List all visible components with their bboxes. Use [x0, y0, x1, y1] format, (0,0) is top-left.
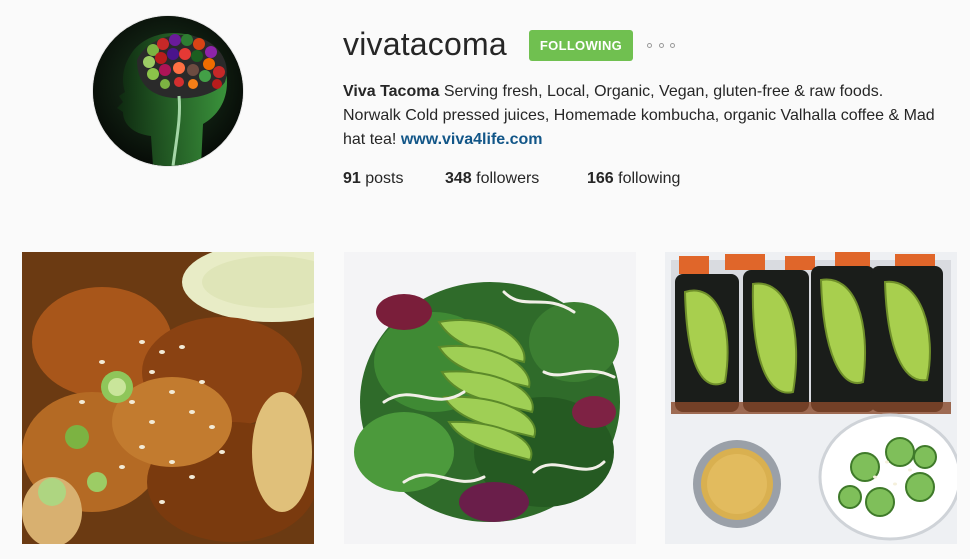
following-number: 166	[587, 170, 614, 187]
posts-count: 91 posts	[343, 167, 404, 191]
ellipsis-dot	[647, 42, 652, 48]
posts-label: posts	[365, 170, 404, 187]
posts-number: 91	[343, 170, 361, 187]
post-thumbnail-3[interactable]	[665, 252, 957, 544]
following-button[interactable]: FOLLOWING	[529, 30, 633, 61]
ellipsis-dot	[658, 42, 664, 48]
followers-link[interactable]: 348 followers	[445, 167, 539, 191]
profile-bio: Viva Tacoma Serving fresh, Local, Organi…	[343, 80, 943, 152]
profile-avatar	[93, 16, 243, 166]
following-link[interactable]: 166 following	[587, 167, 680, 191]
ellipsis-dot	[670, 42, 675, 48]
profile-website-link[interactable]: www.viva4life.com	[401, 131, 543, 148]
post-thumbnail-2[interactable]	[344, 252, 636, 544]
profile-username: vivatacoma	[343, 26, 507, 62]
following-label: following	[618, 170, 681, 187]
ellipsis-icon[interactable]	[647, 36, 675, 54]
post-thumbnail-1[interactable]	[22, 252, 314, 544]
profile-display-name: Viva Tacoma	[343, 83, 440, 100]
followers-number: 348	[445, 170, 472, 187]
followers-label: followers	[476, 170, 540, 187]
